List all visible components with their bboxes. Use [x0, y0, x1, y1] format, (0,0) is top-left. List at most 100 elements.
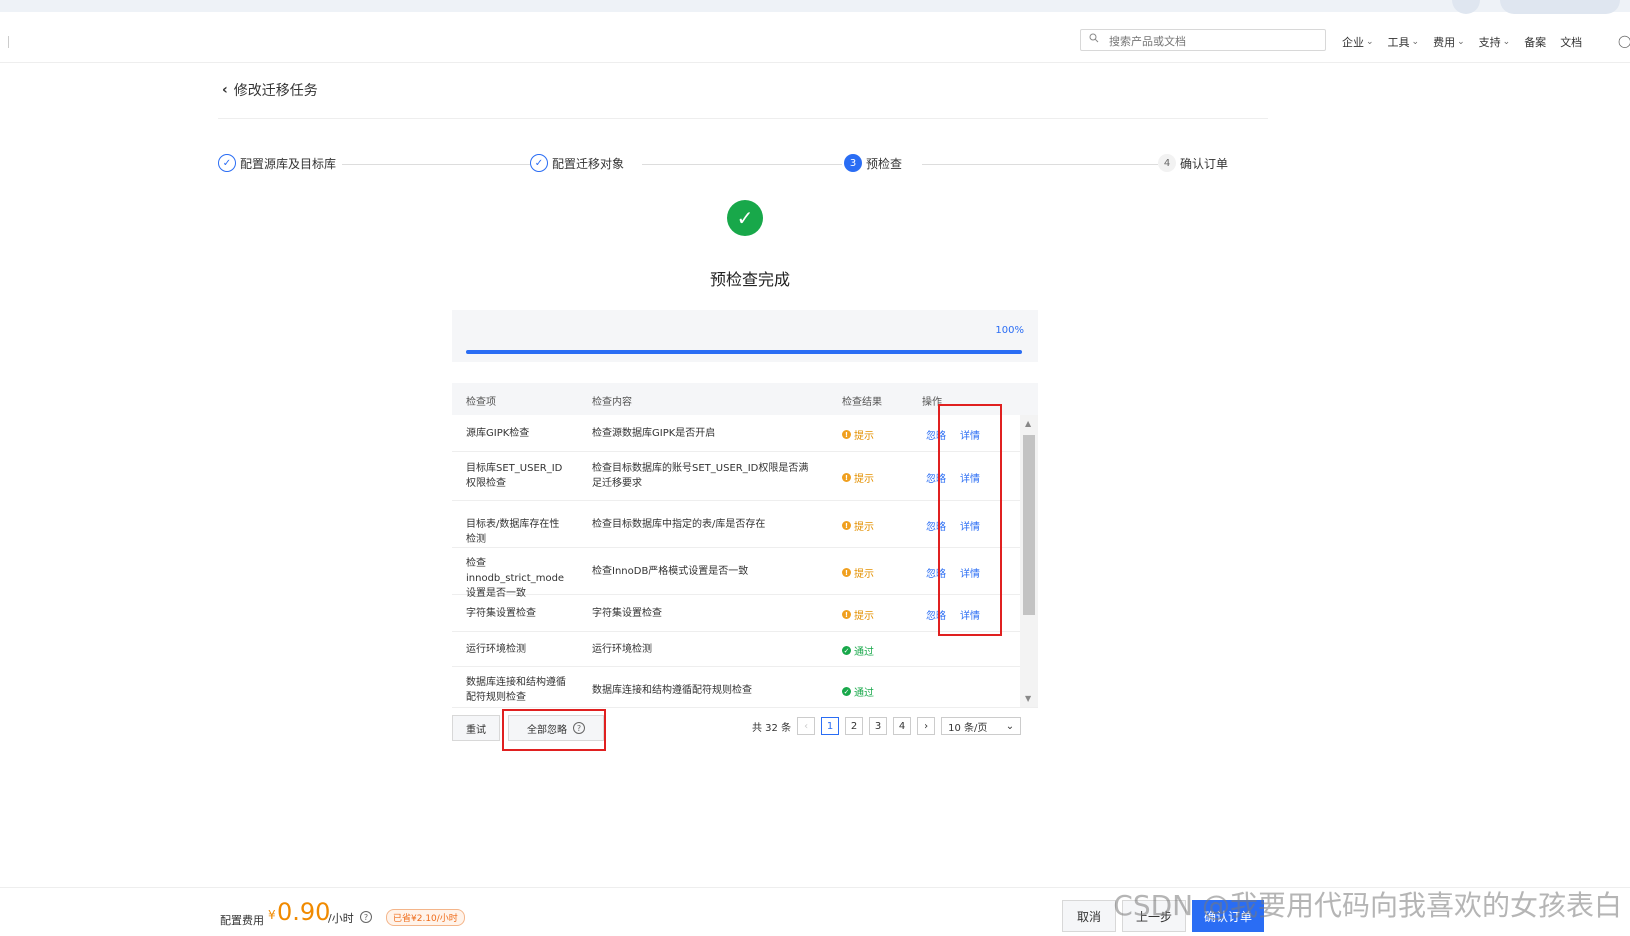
- check-content: 运行环境检测: [592, 643, 652, 655]
- table-row: 运行环境检测 运行环境检测 ✓ 通过: [452, 632, 1020, 667]
- progress-fill: [466, 350, 1022, 354]
- progress-card: 100%: [452, 310, 1038, 362]
- top-nav-item[interactable]: 备案: [1524, 34, 1546, 50]
- check-item: 源库GIPK检查: [466, 427, 530, 439]
- table-row: 检查innodb_strict_mode设置是否一致 检查InnoDB严格模式设置…: [452, 548, 1020, 599]
- warning-icon: !: [842, 521, 851, 530]
- annotation-highlight: [502, 709, 606, 751]
- check-result: ! 提示: [842, 427, 874, 442]
- browser-profile-pill[interactable]: [1500, 0, 1620, 14]
- prev-page-button[interactable]: ‹: [797, 717, 816, 735]
- search-box[interactable]: [1080, 29, 1326, 51]
- divider: [8, 36, 9, 48]
- step-1: ✓ 配置源库及目标库: [218, 154, 343, 172]
- browser-avatar-icon[interactable]: [1452, 0, 1480, 14]
- cancel-label: 取消: [1076, 909, 1101, 924]
- top-nav-item[interactable]: 企业 ⌄: [1342, 34, 1374, 50]
- progress-percent: 100%: [995, 325, 1024, 336]
- step-label: 确认订单: [1180, 156, 1229, 171]
- check-item: 目标库SET_USER_ID权限检查: [466, 463, 563, 489]
- divider: [218, 118, 1268, 119]
- top-nav-label: 备案: [1524, 36, 1547, 49]
- saved-badge: 已省¥2.10/小时: [386, 909, 465, 926]
- page-button[interactable]: 3: [869, 717, 888, 735]
- check-circle-icon: ✓: [727, 200, 763, 236]
- table-body: 源库GIPK检查 检查源数据库GIPK是否开启! 提示 忽略 详情 目标库SET_USER…: [452, 415, 1020, 707]
- fee-label: 配置费用: [220, 914, 264, 927]
- check-content: 数据库连接和结构遵循配符规则检查: [592, 684, 752, 696]
- step-check-icon: ✓: [530, 154, 548, 172]
- search-icon: [1089, 33, 1099, 46]
- result-text: 提示: [854, 611, 874, 622]
- browser-tab-strip: [0, 0, 1630, 14]
- page-button[interactable]: 1: [821, 717, 840, 735]
- check-item: 字符集设置检查: [466, 607, 536, 619]
- warning-icon: !: [842, 430, 851, 439]
- page-header: ‹ 修改迁移任务: [222, 80, 318, 100]
- step-connector: [922, 164, 1162, 165]
- table-row: 目标表/数据库存在性检测 检查目标数据库中指定的表/库是否存在! 提示 忽略 详情: [452, 501, 1020, 548]
- step-label: 预检查: [866, 156, 903, 171]
- chevron-down-icon: ⌄: [1366, 37, 1374, 47]
- table-row: 数据库连接和结构遵循配符规则检查 数据库连接和结构遵循配符规则检查 ✓ 通过: [452, 667, 1020, 707]
- check-result: ✓ 通过: [842, 684, 874, 699]
- column-header: 检查内容: [592, 397, 632, 408]
- pagination: 共 32 条 ‹ 1234 › 10 条/页 ⌄: [752, 717, 1022, 735]
- page-list: 1234: [821, 717, 912, 735]
- top-nav-label: 文档: [1560, 36, 1583, 49]
- result-text: 提示: [854, 522, 874, 533]
- page-size-select[interactable]: 10 条/页 ⌄: [941, 717, 1022, 735]
- result-text: 通过: [854, 688, 874, 699]
- top-nav-label: 工具: [1387, 36, 1410, 49]
- result-text: 提示: [854, 431, 874, 442]
- page-button[interactable]: 2: [845, 717, 864, 735]
- warning-icon: !: [842, 610, 851, 619]
- top-nav-label: 企业: [1342, 36, 1364, 49]
- top-nav-item[interactable]: 费用 ⌄: [1433, 34, 1465, 50]
- check-content: 检查InnoDB严格模式设置是否一致: [592, 565, 749, 577]
- progress-bar: [466, 350, 1022, 354]
- warning-icon: !: [842, 568, 851, 577]
- chevron-down-icon: ⌄: [1005, 720, 1015, 732]
- step-connector: [338, 164, 538, 165]
- step-4: 4 确认订单: [1158, 154, 1235, 172]
- cancel-button[interactable]: 取消: [1062, 900, 1116, 932]
- check-result: ✓ 通过: [842, 643, 874, 658]
- next-page-button[interactable]: ›: [917, 717, 936, 735]
- top-nav-label: 费用: [1433, 36, 1456, 49]
- total-count: 共 32 条: [752, 722, 792, 734]
- table-scrollbar[interactable]: ▲ ▼: [1020, 415, 1038, 707]
- precheck-status-title: 预检查完成: [709, 270, 790, 289]
- fee-value: 0.90: [277, 898, 331, 926]
- bell-icon[interactable]: ◯: [1618, 34, 1630, 48]
- watermark: CSDN @我要用代码向我喜欢的女孩表白: [1113, 889, 1622, 922]
- column-header: 检查结果: [842, 397, 882, 408]
- check-result: ! 提示: [842, 607, 874, 622]
- fee-help-icon[interactable]: ?: [360, 911, 372, 923]
- success-icon: ✓: [842, 687, 851, 696]
- top-nav: 企业 ⌄ 工具 ⌄ 费用 ⌄ 支持 ⌄ 备案 文档: [1342, 34, 1582, 50]
- scroll-down-icon[interactable]: ▼: [1025, 694, 1031, 703]
- scroll-thumb[interactable]: [1023, 435, 1035, 615]
- top-nav-item[interactable]: 文档: [1560, 34, 1582, 50]
- page-button[interactable]: 4: [893, 717, 912, 735]
- step-check-icon: ✓: [218, 154, 236, 172]
- retry-button[interactable]: 重试: [452, 715, 500, 741]
- scroll-up-icon[interactable]: ▲: [1025, 419, 1031, 428]
- top-nav-item[interactable]: 工具 ⌄: [1388, 34, 1420, 50]
- fee-currency: ¥: [268, 908, 276, 922]
- step-number: 3: [844, 154, 862, 172]
- result-text: 通过: [854, 647, 874, 658]
- search-input[interactable]: [1107, 32, 1321, 50]
- check-content: 检查目标数据库的账号SET_USER_ID权限是否满足迁移要求: [592, 463, 809, 489]
- check-result: ! 提示: [842, 470, 874, 485]
- warning-icon: !: [842, 473, 851, 482]
- table-row: 目标库SET_USER_ID权限检查 检查目标数据库的账号SET_USER_ID权…: [452, 452, 1020, 501]
- back-arrow-icon[interactable]: ‹: [222, 82, 228, 98]
- table-row: 字符集设置检查 字符集设置检查! 提示 忽略 详情: [452, 595, 1020, 632]
- check-item: 运行环境检测: [466, 643, 526, 655]
- step-connector: [642, 164, 842, 165]
- success-icon: ✓: [842, 646, 851, 655]
- top-nav-item[interactable]: 支持 ⌄: [1479, 34, 1511, 50]
- check-content: 检查源数据库GIPK是否开启: [592, 427, 716, 439]
